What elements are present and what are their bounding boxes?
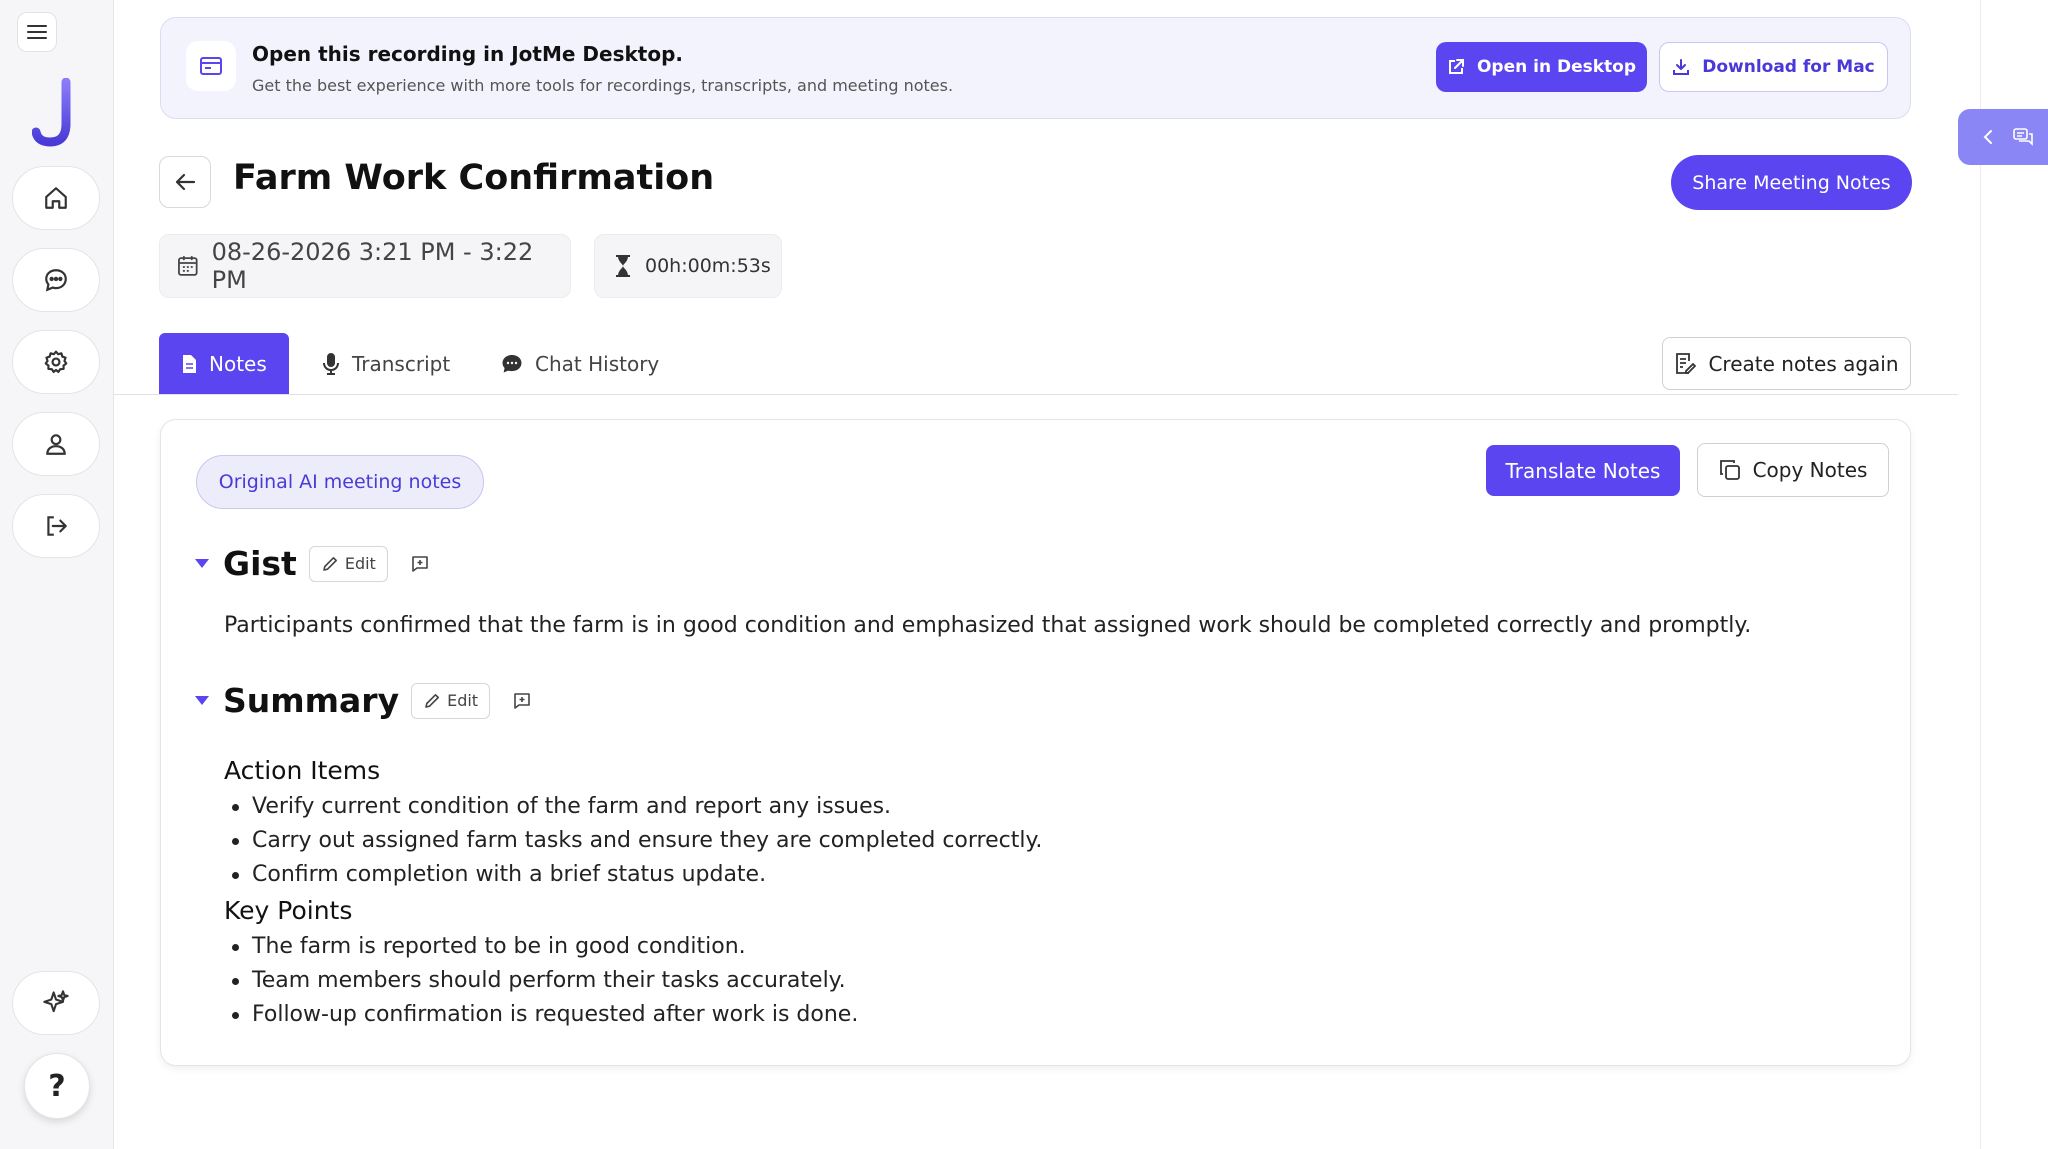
- open-in-desktop-button[interactable]: Open in Desktop: [1436, 42, 1647, 92]
- help-button[interactable]: ?: [24, 1053, 90, 1119]
- summary-edit-button[interactable]: Edit: [411, 682, 491, 719]
- hamburger-icon: [27, 25, 47, 39]
- arrow-left-icon: [175, 173, 196, 191]
- translate-notes-button[interactable]: Translate Notes: [1486, 445, 1680, 496]
- duration-text: 00h:00m:53s: [645, 255, 771, 277]
- gist-comment-button[interactable]: [410, 554, 430, 574]
- side-panel-toggle[interactable]: [1958, 109, 2048, 165]
- browser-window-icon: [200, 57, 222, 75]
- key-points-heading: Key Points: [224, 896, 353, 925]
- comment-add-icon: [514, 692, 530, 709]
- share-meeting-notes-button[interactable]: Share Meeting Notes: [1671, 155, 1912, 210]
- action-items-list: Verify current condition of the farm and…: [224, 790, 1524, 892]
- microphone-icon: [323, 353, 339, 375]
- logout-icon: [47, 516, 67, 536]
- tab-chat-history-label: Chat History: [535, 352, 660, 376]
- left-sidebar: ?: [0, 0, 114, 1149]
- list-item: The farm is reported to be in good condi…: [224, 930, 1524, 964]
- create-notes-again-button[interactable]: Create notes again: [1662, 337, 1911, 390]
- banner-title: Open this recording in JotMe Desktop.: [252, 42, 683, 66]
- list-item: Carry out assigned farm tasks and ensure…: [224, 824, 1524, 858]
- summary-header: Summary Edit: [195, 681, 532, 720]
- copy-icon: [1719, 460, 1740, 480]
- action-items-heading: Action Items: [224, 756, 381, 785]
- gist-header: Gist Edit: [195, 544, 430, 583]
- logout-button[interactable]: [12, 494, 100, 558]
- tab-transcript-label: Transcript: [352, 352, 451, 376]
- pencil-icon: [425, 693, 440, 708]
- gist-text: Participants confirmed that the farm is …: [224, 613, 1752, 638]
- list-item: Confirm completion with a brief status u…: [224, 858, 1524, 892]
- calendar-icon: [178, 256, 198, 276]
- banner-icon-box: [186, 41, 236, 91]
- home-icon: [45, 187, 67, 209]
- gist-edit-label: Edit: [344, 554, 376, 573]
- summary-title: Summary: [223, 681, 400, 720]
- summary-body: Action Items Verify current condition of…: [224, 752, 1524, 1032]
- back-button[interactable]: [159, 156, 211, 208]
- jotme-logo: [32, 78, 71, 147]
- help-icon: ?: [48, 1068, 66, 1104]
- ai-sparkle-button[interactable]: [12, 971, 100, 1035]
- copy-notes-button[interactable]: Copy Notes: [1697, 443, 1889, 497]
- chat-bubble-icon: [45, 269, 67, 292]
- desktop-app-banner: Open this recording in JotMe Desktop. Ge…: [160, 17, 1911, 119]
- date-range-text: 08-26-2026 3:21 PM - 3:22 PM: [211, 238, 534, 294]
- banner-subtitle: Get the best experience with more tools …: [252, 76, 954, 95]
- tab-chat-history[interactable]: Chat History: [501, 333, 659, 395]
- tab-transcript[interactable]: Transcript: [322, 333, 450, 395]
- profile-button[interactable]: [12, 412, 100, 476]
- hourglass-icon: [616, 255, 630, 277]
- download-for-mac-button[interactable]: Download for Mac: [1659, 42, 1888, 92]
- tabs-divider: [114, 394, 1958, 395]
- chevron-left-icon: [1983, 130, 1992, 144]
- document-icon: [183, 355, 196, 373]
- pencil-icon: [323, 556, 337, 571]
- key-points-list: The farm is reported to be in good condi…: [224, 930, 1524, 1032]
- gear-icon: [44, 350, 68, 374]
- home-button[interactable]: [12, 166, 100, 230]
- list-item: Follow-up confirmation is requested afte…: [224, 998, 1524, 1032]
- gist-edit-button[interactable]: Edit: [308, 545, 388, 582]
- tab-notes-label: Notes: [209, 352, 267, 376]
- settings-button[interactable]: [12, 330, 100, 394]
- copy-notes-label: Copy Notes: [1752, 458, 1868, 482]
- summary-comment-button[interactable]: [512, 691, 532, 711]
- right-panel-strip: [1980, 0, 2048, 1149]
- list-item: Verify current condition of the farm and…: [224, 790, 1524, 824]
- menu-button[interactable]: [17, 12, 57, 52]
- user-icon: [46, 434, 66, 455]
- chat-button[interactable]: [12, 248, 100, 312]
- download-for-mac-label: Download for Mac: [1702, 57, 1875, 77]
- original-ai-notes-pill[interactable]: Original AI meeting notes: [196, 455, 484, 509]
- external-link-icon: [1448, 59, 1464, 74]
- edit-document-icon: [1676, 352, 1697, 374]
- collapse-caret-icon[interactable]: [195, 559, 209, 568]
- collapse-caret-icon[interactable]: [195, 696, 209, 705]
- tab-notes[interactable]: Notes: [159, 333, 289, 395]
- notes-card: Original AI meeting notes Translate Note…: [160, 419, 1911, 1066]
- page-title: Farm Work Confirmation: [233, 158, 715, 198]
- gist-title: Gist: [223, 544, 297, 583]
- create-notes-again-label: Create notes again: [1708, 351, 1899, 376]
- download-icon: [1673, 59, 1690, 75]
- sparkle-icon: [43, 990, 69, 1013]
- chat-icon: [502, 355, 522, 373]
- open-in-desktop-label: Open in Desktop: [1476, 57, 1637, 77]
- meeting-duration: 00h:00m:53s: [594, 234, 782, 298]
- comment-add-icon: [412, 555, 428, 572]
- meeting-date-range: 08-26-2026 3:21 PM - 3:22 PM: [159, 234, 571, 298]
- list-item: Team members should perform their tasks …: [224, 964, 1524, 998]
- summary-edit-label: Edit: [447, 691, 479, 710]
- chat-panel-icon: [2013, 128, 2034, 146]
